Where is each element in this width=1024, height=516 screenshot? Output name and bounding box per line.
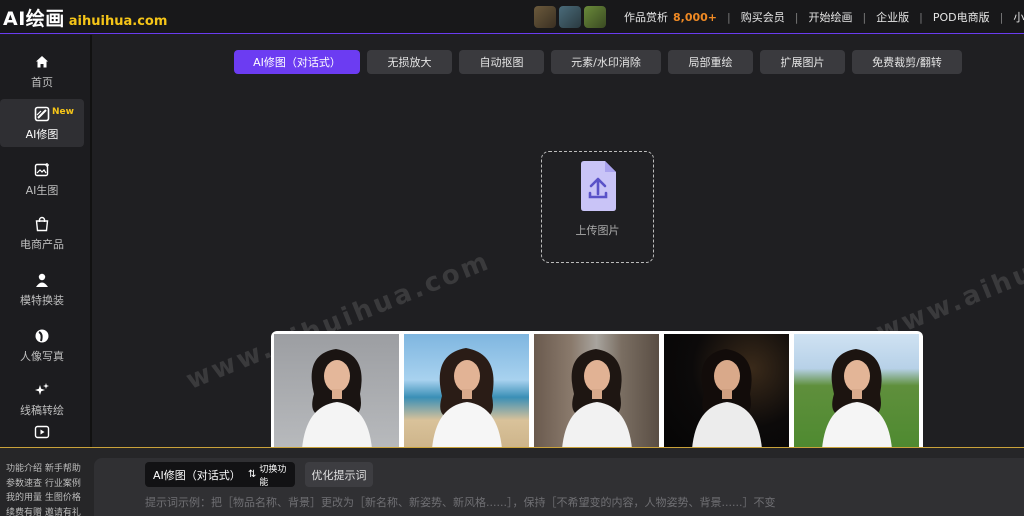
top-header: AI绘画 aihuihua.com 作品赏析 8,000+ | 购买会员 | 开始… [0, 0, 1024, 34]
sample-image-street[interactable] [534, 334, 659, 449]
help-link-row[interactable]: 我的用量 生图价格 [6, 491, 81, 506]
nav-start-drawing[interactable]: 开始绘画 [798, 9, 862, 25]
sidebar-item-label: 线稿转绘 [20, 403, 64, 417]
edit-image-icon [33, 105, 51, 123]
watermark-text: www.aihuihua.com [872, 198, 1024, 348]
tab-lossless-upscale[interactable]: 无损放大 [367, 50, 452, 74]
help-link-row[interactable]: 续费有赠 邀请有礼 [6, 506, 81, 516]
sidebar-item-label: 首页 [31, 75, 53, 89]
sparkle-icon [33, 381, 51, 399]
nav-buy-member[interactable]: 购买会员 [731, 9, 795, 25]
nav-pod[interactable]: POD电商版 [923, 9, 1000, 25]
sidebar-item-label: 模特换装 [20, 293, 64, 307]
logo[interactable]: AI绘画 aihuihua.com [3, 4, 167, 31]
sidebar-item-lineart[interactable]: 线稿转绘 [0, 375, 84, 423]
nav-enterprise[interactable]: 企业版 [866, 9, 919, 25]
featured-works-thumbnails[interactable] [534, 6, 609, 28]
swap-arrows-icon: ⇅ [247, 469, 257, 480]
sample-image-night[interactable] [664, 334, 789, 449]
mode-label: AI修图（对话式） [153, 468, 241, 482]
sidebar-item-model-outfit[interactable]: 模特换装 [0, 265, 84, 313]
prompt-input-placeholder[interactable]: 提示词示例：把［物品名称、背景］更改为［新名称、新姿势、新风格......］，保… [145, 494, 775, 510]
work-thumbnail[interactable] [534, 6, 556, 28]
switch-label: 切换功能 [259, 464, 287, 488]
works-count: 8,000+ [673, 11, 718, 24]
help-link-row[interactable]: 参数速查 行业案例 [6, 477, 81, 492]
woman-portrait-illustration [302, 349, 372, 449]
woman-portrait-illustration [562, 349, 632, 449]
image-plus-icon [33, 161, 51, 179]
sidebar-item-ai-generate[interactable]: AI生图 [0, 155, 84, 203]
sidebar-item-label: 人像写真 [20, 349, 64, 363]
woman-portrait-illustration [692, 349, 762, 449]
sidebar-item-video[interactable] [0, 419, 84, 447]
tab-crop-flip[interactable]: 免费裁剪/翻转 [852, 50, 962, 74]
sample-image-beach[interactable] [404, 334, 529, 449]
header-nav: 作品赏析 8,000+ | 购买会员 | 开始绘画 | 企业版 | POD电商版 … [614, 0, 1024, 34]
sidebar-item-ecommerce[interactable]: 电商产品 [0, 209, 84, 257]
person-icon [33, 271, 51, 289]
upload-label: 上传图片 [575, 224, 620, 237]
sidebar-item-label: AI修图 [25, 127, 59, 141]
sample-image-field[interactable] [794, 334, 919, 449]
home-icon [33, 53, 51, 71]
upload-dropzone[interactable]: 上传图片 [541, 151, 654, 263]
work-thumbnail[interactable] [559, 6, 581, 28]
work-thumbnail[interactable] [584, 6, 606, 28]
shopping-bag-icon [33, 215, 51, 233]
sample-image-studio[interactable] [274, 334, 399, 449]
logo-text: AI绘画 [3, 8, 65, 30]
woman-portrait-illustration [432, 348, 502, 449]
help-link-row[interactable]: 功能介绍 新手帮助 [6, 462, 81, 477]
sidebar-item-ai-retouch[interactable]: New AI修图 [0, 99, 84, 147]
tab-inpaint[interactable]: 局部重绘 [668, 50, 753, 74]
nav-works-label: 作品赏析 [624, 11, 668, 24]
prompt-panel: AI修图（对话式） ⇅ 切换功能 优化提示词 提示词示例：把［物品名称、背景］更… [94, 458, 1024, 516]
bottom-panel: 功能介绍 新手帮助 参数速查 行业案例 我的用量 生图价格 续费有赠 邀请有礼 … [0, 447, 1024, 516]
tab-ai-retouch[interactable]: AI修图（对话式） [234, 50, 360, 74]
tab-expand-image[interactable]: 扩展图片 [760, 50, 845, 74]
logo-domain: aihuihua.com [68, 14, 168, 29]
sidebar-item-home[interactable]: 首页 [0, 47, 84, 95]
video-icon [33, 423, 51, 441]
sidebar-item-portrait[interactable]: 人像写真 [0, 321, 84, 369]
nav-mini-program[interactable]: 小程序 [1003, 9, 1024, 25]
sidebar-item-label: AI生图 [25, 183, 59, 197]
new-badge: New [52, 107, 74, 117]
help-links: 功能介绍 新手帮助 参数速查 行业案例 我的用量 生图价格 续费有赠 邀请有礼 [6, 462, 81, 516]
nav-works[interactable]: 作品赏析 8,000+ [614, 9, 727, 25]
optimize-prompt-button[interactable]: 优化提示词 [305, 462, 373, 487]
tab-auto-cutout[interactable]: 自动抠图 [459, 50, 544, 74]
woman-portrait-illustration [822, 349, 892, 449]
sample-gallery [271, 331, 923, 449]
tab-watermark-remove[interactable]: 元素/水印消除 [551, 50, 661, 74]
upload-file-icon [578, 160, 618, 216]
portrait-icon [33, 327, 51, 345]
sidebar: 首页 New AI修图 AI生图 电商产品 模特换装 人像写真 线稿转绘 [0, 35, 92, 447]
sidebar-item-label: 电商产品 [20, 237, 64, 251]
mode-switch-button[interactable]: AI修图（对话式） ⇅ 切换功能 [145, 462, 295, 488]
